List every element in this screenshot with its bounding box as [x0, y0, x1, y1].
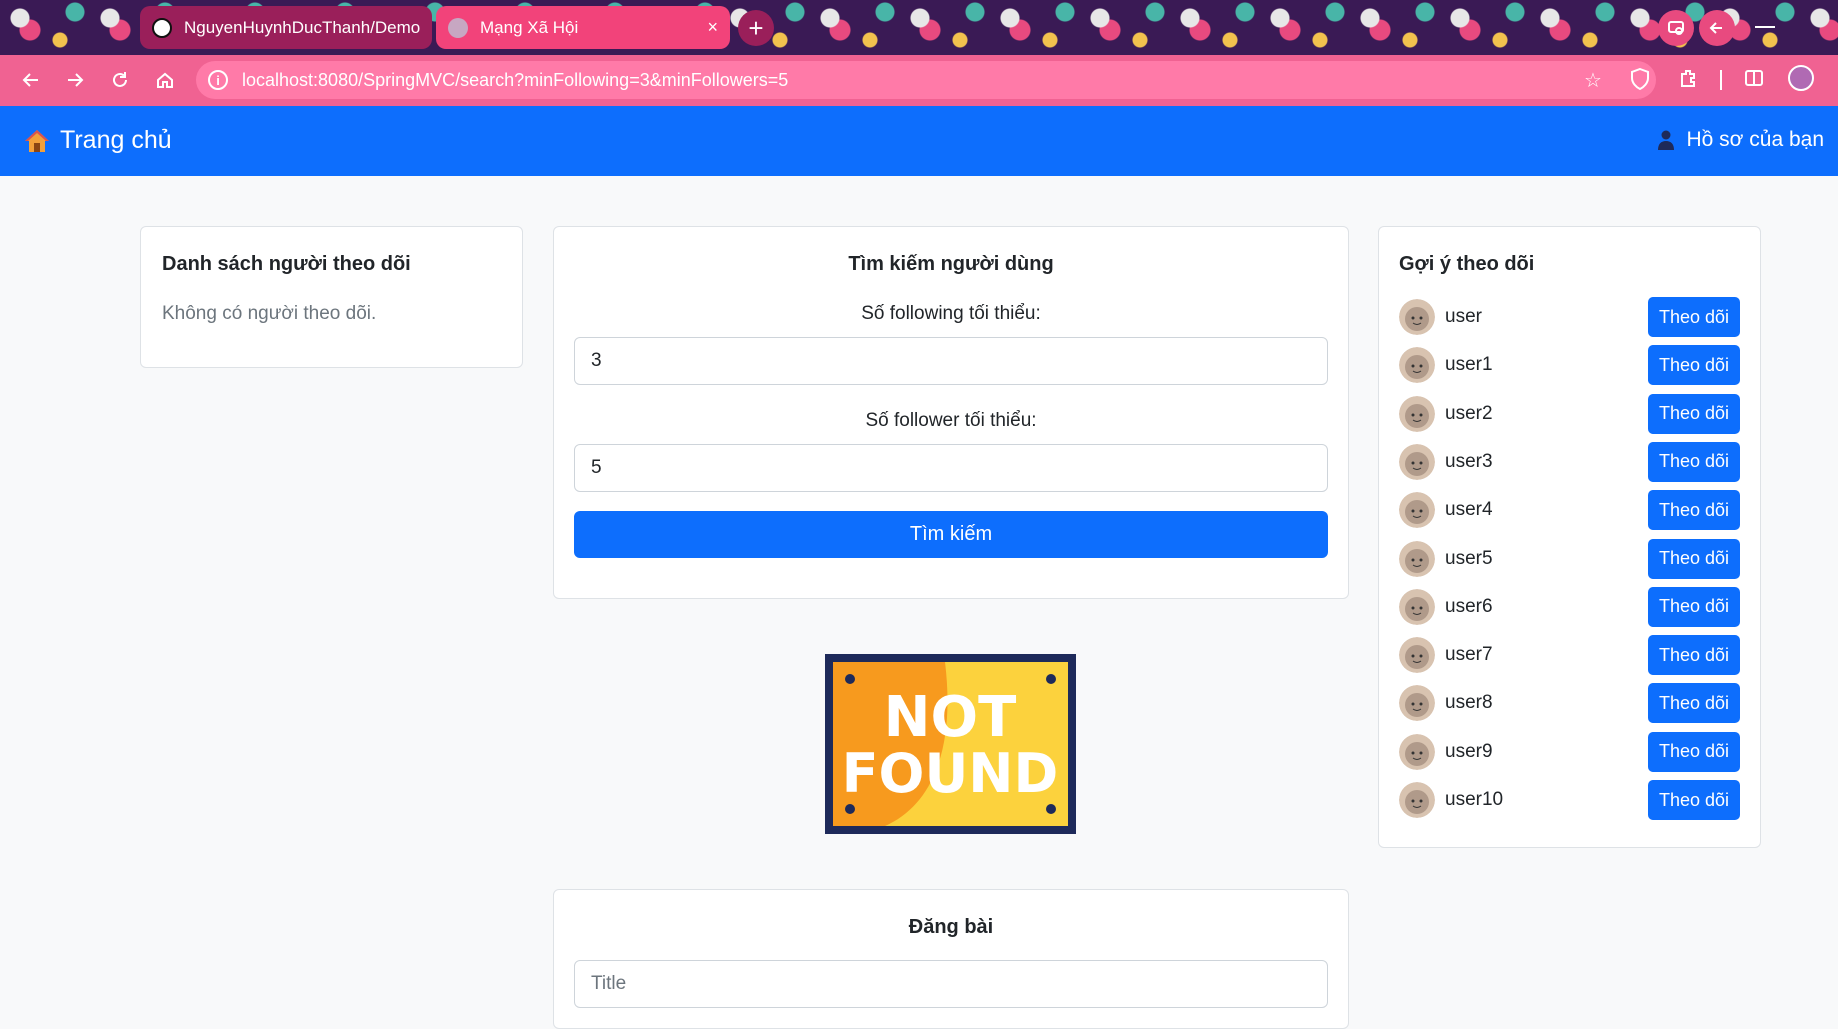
follow-button[interactable]: Theo dõi: [1648, 297, 1740, 337]
suggestion-row: user2 Theo dõi: [1399, 393, 1740, 434]
suggestion-username: user3: [1445, 450, 1493, 472]
suggestion-username: user8: [1445, 692, 1493, 714]
suggestion-row: user Theo dõi: [1399, 297, 1740, 337]
close-tab-icon[interactable]: ×: [707, 17, 718, 38]
browser-toolbar: i localhost:8080/SpringMVC/search?minFol…: [0, 55, 1838, 106]
min-followers-label: Số follower tối thiểu:: [865, 410, 1037, 431]
follow-button[interactable]: Theo dõi: [1648, 780, 1740, 820]
avatar: [1399, 637, 1435, 674]
post-title-input[interactable]: Title: [574, 960, 1328, 1008]
github-icon: [152, 17, 172, 38]
tab-title: Mạng Xã Hội: [480, 17, 579, 37]
follow-button[interactable]: Theo dõi: [1648, 683, 1740, 724]
avatar: [1399, 733, 1435, 770]
minimize-icon[interactable]: [1740, 10, 1790, 46]
min-following-label: Số following tối thiểu:: [861, 303, 1041, 324]
avatar: [1399, 540, 1435, 577]
suggestion-row: user5 Theo dõi: [1399, 538, 1740, 579]
profile-label: Hồ sơ của bạn: [1686, 128, 1824, 151]
profile-link[interactable]: Hồ sơ của bạn: [1658, 128, 1824, 152]
new-tab-button[interactable]: +: [738, 10, 774, 46]
suggestion-row: user4 Theo dõi: [1399, 490, 1740, 531]
house-icon: [25, 129, 49, 152]
suggestion-username: user1: [1445, 354, 1493, 376]
avatar: [1399, 685, 1435, 722]
followers-card: Danh sách người theo dõi Không có người …: [140, 226, 523, 368]
avatar: [1399, 782, 1435, 818]
shield-icon[interactable]: [1630, 67, 1650, 96]
back-arrow-icon[interactable]: [1699, 10, 1735, 46]
avatar: [1399, 395, 1435, 432]
suggestions-title: Gợi ý theo dõi: [1399, 253, 1535, 275]
followers-empty-text: Không có người theo dõi.: [162, 303, 377, 324]
avatar: [1399, 492, 1435, 529]
follow-button[interactable]: Theo dõi: [1648, 586, 1740, 627]
post-title-heading: Đăng bài: [908, 916, 994, 938]
suggestion-username: user9: [1445, 740, 1493, 762]
home-link[interactable]: Trang chủ: [24, 126, 172, 155]
suggestion-row: user6 Theo dõi: [1399, 586, 1740, 627]
not-found-image: NOT FOUND: [825, 654, 1076, 834]
forward-icon[interactable]: [58, 63, 92, 97]
tab-search-icon[interactable]: [1658, 10, 1694, 46]
suggestion-row: user7 Theo dõi: [1399, 635, 1740, 676]
side-panel-icon[interactable]: [1744, 68, 1764, 94]
follow-button[interactable]: Theo dõi: [1648, 490, 1740, 531]
profile-avatar-icon[interactable]: [1788, 65, 1814, 91]
brand-label: Trang chủ: [60, 126, 172, 154]
follow-button[interactable]: Theo dõi: [1648, 731, 1740, 772]
suggestion-row: user10 Theo dõi: [1399, 780, 1740, 820]
suggestion-username: user4: [1445, 499, 1493, 521]
app-navbar: Trang chủ Hồ sơ của bạn: [0, 106, 1838, 176]
back-icon[interactable]: [14, 63, 48, 97]
follow-button[interactable]: Theo dõi: [1648, 393, 1740, 434]
suggestion-username: user: [1445, 306, 1482, 327]
suggestion-row: user1 Theo dõi: [1399, 345, 1740, 386]
avatar: [1399, 443, 1435, 480]
site-info-icon[interactable]: i: [208, 70, 228, 90]
extensions-icon[interactable]: [1678, 68, 1698, 94]
bookmark-star-icon[interactable]: ☆: [1584, 68, 1602, 93]
post-card: Đăng bài Title: [553, 889, 1349, 1029]
globe-icon: [448, 17, 468, 38]
follow-button[interactable]: Theo dõi: [1648, 635, 1740, 676]
avatar: [1399, 588, 1435, 625]
not-found-line2: FOUND: [842, 742, 1059, 805]
suggestion-row: user3 Theo dõi: [1399, 441, 1740, 482]
person-icon: [1658, 130, 1675, 150]
avatar: [1399, 299, 1435, 335]
suggestion-row: user8 Theo dõi: [1399, 683, 1740, 724]
avatar: [1399, 347, 1435, 384]
reload-icon[interactable]: [103, 63, 137, 97]
follow-button[interactable]: Theo dõi: [1648, 345, 1740, 386]
browser-tab-strip: NguyenHuynhDucThanh/Demo-S Mạng Xã Hội ×…: [0, 0, 1838, 55]
suggestion-username: user7: [1445, 644, 1493, 666]
tab-title: NguyenHuynhDucThanh/Demo-S: [184, 17, 420, 37]
toolbar-divider: [1720, 70, 1722, 90]
suggestion-row: user9 Theo dõi: [1399, 731, 1740, 772]
address-text: localhost:8080/SpringMVC/search?minFollo…: [242, 69, 789, 90]
home-icon[interactable]: [148, 63, 182, 97]
suggestion-username: user2: [1445, 402, 1493, 424]
follow-button[interactable]: Theo dõi: [1648, 441, 1740, 482]
tab-mang-xa-hoi[interactable]: Mạng Xã Hội ×: [436, 6, 730, 49]
followers-title: Danh sách người theo dõi: [162, 253, 411, 275]
address-bar[interactable]: i localhost:8080/SpringMVC/search?minFol…: [196, 61, 1656, 99]
search-card: Tìm kiếm người dùng Số following tối thi…: [553, 226, 1349, 599]
min-followers-input[interactable]: 5: [574, 444, 1328, 492]
min-following-input[interactable]: 3: [574, 337, 1328, 385]
follow-button[interactable]: Theo dõi: [1648, 538, 1740, 579]
not-found-line1: NOT: [884, 685, 1017, 750]
suggestion-username: user6: [1445, 595, 1493, 617]
tab-github[interactable]: NguyenHuynhDucThanh/Demo-S: [140, 6, 432, 49]
suggestion-username: user5: [1445, 547, 1493, 569]
search-button[interactable]: Tìm kiếm: [574, 511, 1328, 558]
suggestion-username: user10: [1445, 789, 1504, 810]
suggestions-card: Gợi ý theo dõi user Theo dõi user1 Theo dõi…: [1378, 226, 1761, 848]
search-title: Tìm kiếm người dùng: [848, 253, 1054, 275]
